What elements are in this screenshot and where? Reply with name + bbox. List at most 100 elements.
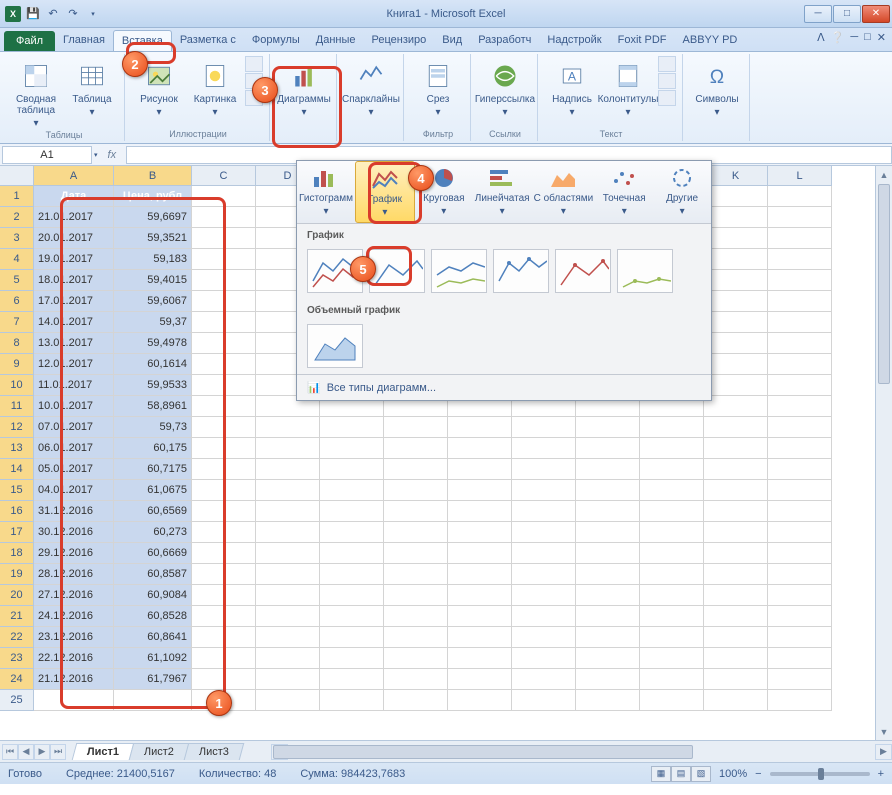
- cell[interactable]: [384, 585, 448, 606]
- row-header[interactable]: 22: [0, 627, 34, 648]
- cell[interactable]: [192, 207, 256, 228]
- cell[interactable]: [320, 417, 384, 438]
- cell[interactable]: 20.01.2017: [34, 228, 114, 249]
- cell[interactable]: [192, 291, 256, 312]
- cell[interactable]: [704, 417, 768, 438]
- cell[interactable]: 58,8961: [114, 396, 192, 417]
- zoom-level[interactable]: 100%: [719, 768, 747, 780]
- sheet-next-icon[interactable]: ▶: [34, 744, 50, 760]
- row-header[interactable]: 12: [0, 417, 34, 438]
- row-header[interactable]: 4: [0, 249, 34, 270]
- tab-разметка с[interactable]: Разметка с: [172, 30, 244, 51]
- cell[interactable]: [320, 585, 384, 606]
- cell[interactable]: [704, 501, 768, 522]
- cell[interactable]: 60,6669: [114, 543, 192, 564]
- cell[interactable]: [768, 207, 832, 228]
- doc-close-icon[interactable]: ✕: [877, 31, 886, 44]
- column-header[interactable]: C: [192, 166, 256, 186]
- cell[interactable]: 59,73: [114, 417, 192, 438]
- cell[interactable]: [768, 501, 832, 522]
- cell[interactable]: [768, 228, 832, 249]
- cell[interactable]: [192, 480, 256, 501]
- cell[interactable]: [384, 564, 448, 585]
- cell[interactable]: [192, 585, 256, 606]
- view-layout-icon[interactable]: ▤: [671, 766, 691, 782]
- cell[interactable]: [256, 438, 320, 459]
- cell[interactable]: 59,9533: [114, 375, 192, 396]
- close-button[interactable]: ✕: [862, 5, 890, 23]
- cell[interactable]: 06.01.2017: [34, 438, 114, 459]
- cell[interactable]: [192, 249, 256, 270]
- cell[interactable]: [256, 690, 320, 711]
- column-header[interactable]: L: [768, 166, 832, 186]
- all-chart-types-link[interactable]: 📊 Все типы диаграмм...: [297, 374, 711, 400]
- cell[interactable]: [512, 522, 576, 543]
- cell[interactable]: [768, 249, 832, 270]
- cell[interactable]: [256, 501, 320, 522]
- cell[interactable]: [384, 417, 448, 438]
- tab-file[interactable]: Файл: [4, 31, 55, 51]
- cell[interactable]: [768, 522, 832, 543]
- cell[interactable]: [640, 606, 704, 627]
- sheet-tab[interactable]: Лист1: [72, 743, 135, 760]
- chart-category-bar[interactable]: Гистограмм▾: [297, 161, 355, 223]
- cell[interactable]: [704, 585, 768, 606]
- cell[interactable]: [114, 690, 192, 711]
- cell[interactable]: [576, 585, 640, 606]
- cell[interactable]: 30.12.2016: [34, 522, 114, 543]
- cell[interactable]: [192, 669, 256, 690]
- cell[interactable]: [640, 480, 704, 501]
- sheet-prev-icon[interactable]: ◀: [18, 744, 34, 760]
- cell[interactable]: [448, 438, 512, 459]
- cell[interactable]: [320, 564, 384, 585]
- view-break-icon[interactable]: ▧: [691, 766, 711, 782]
- zoom-in-icon[interactable]: +: [878, 768, 884, 780]
- cell[interactable]: [34, 690, 114, 711]
- excel-icon[interactable]: X: [4, 5, 22, 23]
- row-header[interactable]: 25: [0, 690, 34, 711]
- cell[interactable]: [768, 396, 832, 417]
- cell[interactable]: [640, 459, 704, 480]
- cell[interactable]: 59,37: [114, 312, 192, 333]
- cell[interactable]: [448, 627, 512, 648]
- cell[interactable]: [704, 459, 768, 480]
- cell[interactable]: 61,1092: [114, 648, 192, 669]
- small-button[interactable]: [658, 73, 676, 89]
- cell[interactable]: [768, 564, 832, 585]
- cell[interactable]: [320, 522, 384, 543]
- cell[interactable]: [192, 627, 256, 648]
- ribbon-minimize-icon[interactable]: ᐱ: [817, 31, 825, 44]
- cell[interactable]: 04.01.2017: [34, 480, 114, 501]
- chart-category-other[interactable]: Другие▾: [653, 161, 711, 223]
- cell[interactable]: [512, 417, 576, 438]
- zoom-out-icon[interactable]: −: [755, 768, 761, 780]
- cell[interactable]: [512, 669, 576, 690]
- cell[interactable]: [512, 690, 576, 711]
- cell[interactable]: [704, 480, 768, 501]
- scroll-down-icon[interactable]: ▼: [876, 723, 892, 740]
- horizontal-scrollbar[interactable]: ◀ ▶: [271, 744, 892, 760]
- tab-формулы[interactable]: Формулы: [244, 30, 308, 51]
- cell[interactable]: [512, 606, 576, 627]
- cell[interactable]: [384, 438, 448, 459]
- cell[interactable]: [768, 186, 832, 207]
- row-header[interactable]: 23: [0, 648, 34, 669]
- cell[interactable]: [576, 606, 640, 627]
- cell[interactable]: [576, 417, 640, 438]
- hscroll-thumb[interactable]: [273, 745, 693, 759]
- cell[interactable]: 21.12.2016: [34, 669, 114, 690]
- cell[interactable]: [704, 270, 768, 291]
- cell[interactable]: [640, 522, 704, 543]
- cell[interactable]: [448, 585, 512, 606]
- cell[interactable]: [448, 480, 512, 501]
- cell[interactable]: [320, 438, 384, 459]
- cell[interactable]: [768, 375, 832, 396]
- cell[interactable]: [768, 459, 832, 480]
- cell[interactable]: [768, 648, 832, 669]
- cell[interactable]: [768, 669, 832, 690]
- cell[interactable]: [768, 312, 832, 333]
- cell[interactable]: [576, 459, 640, 480]
- cell[interactable]: [704, 312, 768, 333]
- ribbon-textbox-button[interactable]: AНадпись▾: [546, 56, 598, 118]
- small-button[interactable]: [245, 56, 263, 72]
